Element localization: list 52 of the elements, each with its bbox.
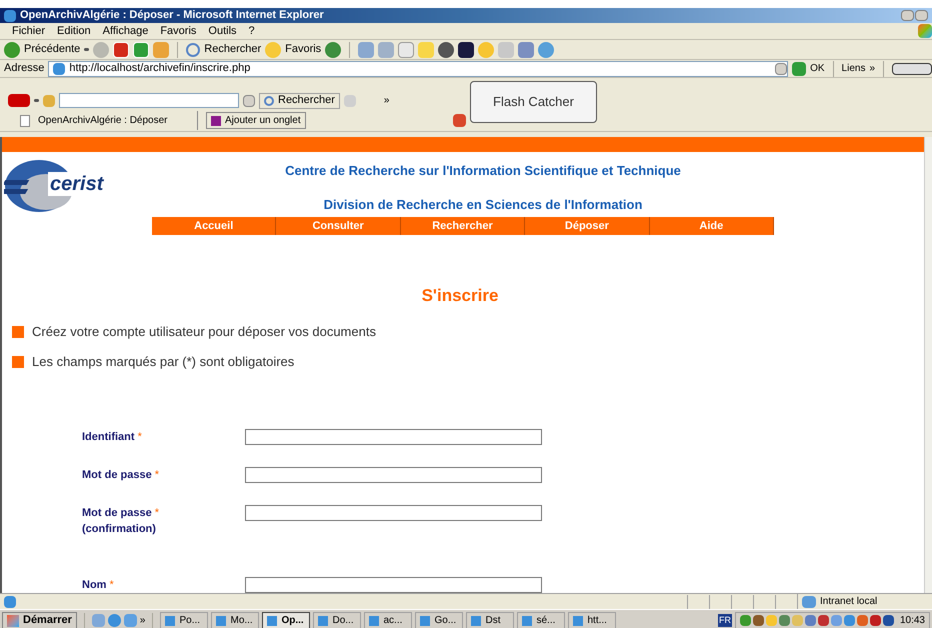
menu-item[interactable]: Favoris bbox=[160, 22, 196, 40]
taskbar-button[interactable]: Do... bbox=[313, 612, 362, 628]
menu-item[interactable]: ? bbox=[248, 22, 255, 40]
window-title: OpenArchivAlgérie : Déposer - Microsoft Internet Explorer bbox=[20, 8, 324, 24]
text-field[interactable] bbox=[245, 428, 542, 444]
links-button[interactable]: Liens bbox=[842, 61, 866, 76]
taskbar-button[interactable]: Dst bbox=[466, 612, 514, 628]
field-label: Identifiant * bbox=[82, 430, 143, 444]
search-icon[interactable] bbox=[186, 42, 200, 56]
more-button[interactable]: » bbox=[384, 93, 390, 108]
scrollbar[interactable] bbox=[924, 137, 932, 593]
favorites-button[interactable]: Favoris bbox=[285, 41, 322, 58]
taskbar-button[interactable]: Go... bbox=[415, 612, 464, 628]
field-label: Mot de passe * bbox=[82, 468, 160, 482]
instruction-text: Créez votre compte utilisateur pour déposer vos documents bbox=[32, 322, 376, 341]
zone-label: Intranet local bbox=[820, 595, 878, 609]
clock: 10:43 bbox=[900, 614, 925, 628]
address-field[interactable]: http://localhost/archivefin/inscrire.php bbox=[48, 60, 788, 76]
field-sublabel: (confirmation) bbox=[82, 522, 157, 537]
navigate-button[interactable]: OK bbox=[810, 61, 825, 76]
yahoo-search-button[interactable]: Rechercher bbox=[259, 92, 340, 108]
taskbar-button[interactable]: ac... bbox=[364, 612, 412, 628]
text-field[interactable] bbox=[245, 466, 542, 482]
text-field[interactable] bbox=[245, 576, 542, 592]
menu-item[interactable]: Outils bbox=[208, 22, 237, 40]
instruction-text: Les champs marqués par (*) sont obligatoires bbox=[32, 352, 294, 371]
taskbar-button[interactable]: sé... bbox=[517, 612, 566, 628]
text-field[interactable] bbox=[245, 504, 542, 520]
menu-item[interactable]: Edition bbox=[57, 22, 91, 40]
menu-item[interactable]: Affichage bbox=[102, 22, 148, 40]
more-quick-launch[interactable]: » bbox=[140, 613, 146, 628]
more-links[interactable]: » bbox=[869, 61, 875, 76]
start-button[interactable]: Démarrer bbox=[2, 612, 77, 628]
language-indicator[interactable]: FR bbox=[718, 614, 732, 628]
page-title: S'inscrire bbox=[422, 285, 498, 307]
search-button[interactable]: Rechercher bbox=[204, 41, 262, 58]
yahoo-search-field[interactable] bbox=[59, 93, 239, 108]
heading: Centre de Recherche sur l'Information Scientifique et Technique bbox=[285, 162, 681, 180]
flash-catcher-button[interactable]: Flash Catcher bbox=[470, 81, 597, 123]
taskbar-button[interactable]: htt... bbox=[568, 612, 616, 628]
field-label: Nom * bbox=[82, 578, 115, 592]
subheading: Division de Recherche en Sciences de l'Information bbox=[324, 196, 642, 214]
menu-item[interactable]: Fichier bbox=[12, 22, 46, 40]
taskbar-button[interactable]: Op... bbox=[262, 612, 310, 628]
taskbar-button[interactable]: Po... bbox=[160, 612, 208, 628]
address-label: Adresse bbox=[4, 61, 44, 76]
taskbar-button[interactable]: Mo... bbox=[211, 612, 260, 628]
new-tab-button[interactable]: Ajouter un onglet bbox=[206, 112, 306, 129]
back-button[interactable]: Précédente bbox=[24, 41, 80, 58]
bullet-icon bbox=[12, 326, 24, 338]
field-label: Mot de passe * bbox=[82, 506, 160, 520]
bullet-icon bbox=[12, 356, 24, 368]
